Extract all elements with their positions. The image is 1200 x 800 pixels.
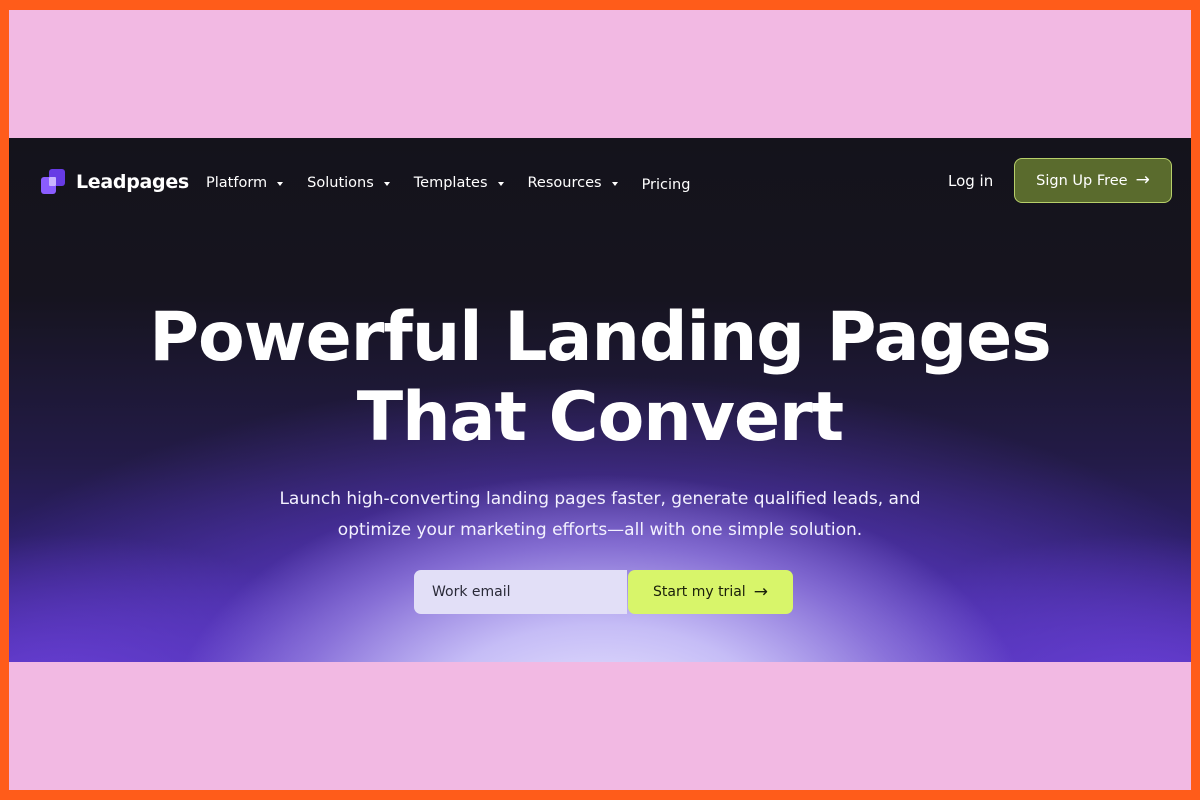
chevron-down-icon (383, 181, 390, 186)
hero-title-line-1: Powerful Landing Pages (149, 298, 1052, 377)
email-field[interactable] (414, 570, 627, 614)
chevron-down-icon (277, 181, 284, 186)
start-trial-button-label: Start my trial (653, 584, 746, 600)
hero-title-line-2: That Convert (356, 378, 844, 457)
nav-item-templates[interactable]: Templates (414, 175, 504, 191)
signup-button-label: Sign Up Free (1036, 172, 1128, 189)
signup-button[interactable]: Sign Up Free → (1014, 158, 1172, 203)
nav-item-label: Resources (527, 174, 602, 191)
nav-item-label: Solutions (307, 174, 374, 191)
nav-item-resources[interactable]: Resources (528, 175, 618, 191)
website-viewport: Leadpages Platform Solutions Templates R… (9, 138, 1191, 662)
arrow-right-icon: → (753, 581, 768, 602)
hero-subtitle: Launch high-converting landing pages fas… (9, 484, 1191, 546)
nav-item-pricing[interactable]: Pricing (642, 177, 691, 193)
nav-item-label: Platform (206, 174, 268, 191)
brand-name: Leadpages (76, 171, 189, 193)
nav-item-platform[interactable]: Platform (206, 174, 284, 191)
login-link[interactable]: Log in (948, 172, 993, 190)
start-trial-button[interactable]: Start my trial → (628, 570, 793, 614)
brand-logo[interactable]: Leadpages (41, 169, 189, 195)
nav-item-label: Pricing (641, 177, 691, 193)
nav-item-label: Templates (413, 174, 488, 191)
chevron-down-icon (497, 181, 504, 186)
chevron-down-icon (611, 181, 618, 186)
hero-subtitle-line-2: optimize your marketing efforts—all with… (337, 520, 863, 540)
leadpages-logo-icon (41, 169, 67, 195)
hero-title: Powerful Landing Pages That Convert (9, 298, 1191, 458)
hero-subtitle-line-1: Launch high-converting landing pages fas… (279, 489, 921, 509)
nav-item-solutions[interactable]: Solutions (307, 175, 390, 191)
arrow-right-icon: → (1135, 170, 1150, 190)
main-nav: Platform Solutions Templates Resources P… (206, 172, 714, 194)
